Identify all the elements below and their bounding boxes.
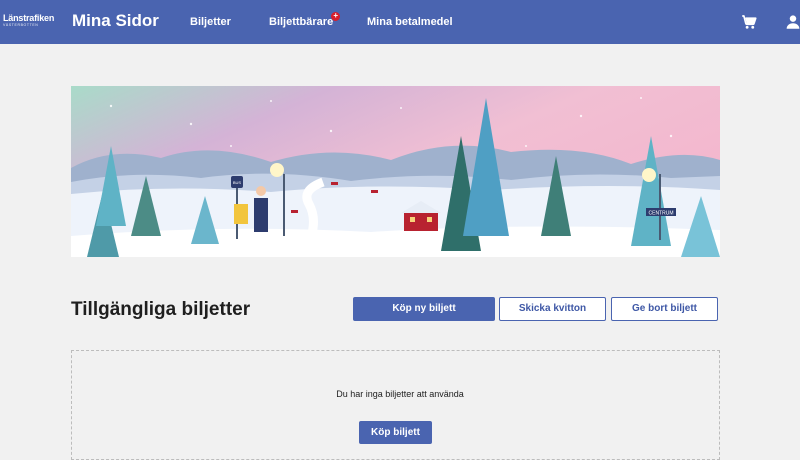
winter-banner-illustration: BUS CENTRUM bbox=[71, 86, 720, 257]
nav-biljetter[interactable]: Biljetter bbox=[190, 16, 231, 28]
logo-main-text: Länstrafiken bbox=[3, 13, 55, 23]
nav-mina-betalmedel[interactable]: Mina betalmedel bbox=[367, 16, 453, 28]
shopping-cart-icon[interactable] bbox=[740, 13, 758, 31]
give-away-ticket-button[interactable]: Ge bort biljett bbox=[611, 297, 718, 321]
new-badge: + bbox=[331, 12, 341, 21]
send-receipts-button[interactable]: Skicka kvitton bbox=[499, 297, 606, 321]
nav-biljettbarare-label: Biljettbärare bbox=[269, 16, 334, 28]
nav-biljettbarare[interactable]: Biljettbärare + bbox=[269, 12, 341, 28]
site-title[interactable]: Mina Sidor bbox=[72, 11, 159, 31]
centrum-sign: CENTRUM bbox=[649, 211, 674, 217]
lanstrafiken-logo[interactable]: Länstrafiken VÄSTERBOTTEN bbox=[3, 13, 59, 31]
logo-sub-text: VÄSTERBOTTEN bbox=[3, 23, 39, 27]
empty-tickets-message: Du har inga biljetter att använda bbox=[336, 389, 464, 399]
user-icon[interactable] bbox=[784, 13, 800, 31]
bus-stop-sign: BUS bbox=[233, 180, 242, 185]
section-title: Tillgängliga biljetter bbox=[71, 299, 251, 320]
buy-new-ticket-button[interactable]: Köp ny biljett bbox=[353, 297, 495, 321]
top-navigation-bar: Länstrafiken VÄSTERBOTTEN Mina Sidor Bil… bbox=[0, 0, 800, 44]
buy-ticket-button[interactable]: Köp biljett bbox=[359, 421, 432, 444]
